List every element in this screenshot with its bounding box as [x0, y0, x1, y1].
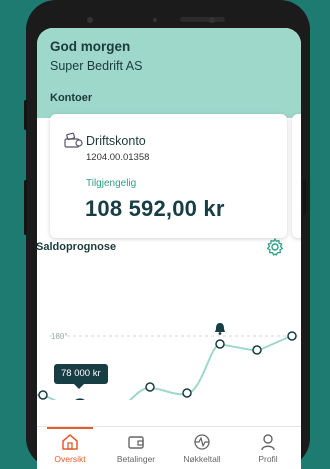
gear-icon[interactable] [265, 237, 285, 257]
phone-side-button [303, 180, 306, 215]
nav-active-indicator [47, 427, 93, 429]
next-account-card[interactable] [292, 114, 301, 238]
nav-item-oversikt[interactable]: Oversikt [37, 427, 103, 469]
bottom-navigation: Oversikt Betalinger Nøkkeltall Profil [37, 426, 301, 469]
chart-point-selected[interactable] [74, 398, 87, 401]
chart-point[interactable] [215, 339, 225, 349]
wallet-icon [128, 436, 144, 449]
account-name: Driftskonto [86, 134, 146, 148]
forecast-title: Saldoprognose [36, 241, 117, 253]
accounts-section-title: Kontoer [50, 92, 93, 104]
chart-point[interactable] [38, 390, 48, 400]
account-number: 1204.00.01358 [86, 152, 150, 163]
greeting: God morgen [50, 39, 131, 54]
phone-side-button [24, 100, 27, 130]
nav-label: Oversikt [54, 454, 86, 464]
company-name: Super Bedrift AS [50, 59, 143, 73]
nav-item-profil[interactable]: Profil [235, 427, 301, 469]
chart-point[interactable] [182, 388, 192, 398]
chart-point[interactable] [287, 331, 297, 341]
nav-item-betalinger[interactable]: Betalinger [103, 427, 169, 469]
chart-tooltip: 78 000 kr [54, 364, 108, 389]
chart-point[interactable] [252, 345, 262, 355]
pulse-icon [194, 434, 210, 450]
user-icon [261, 434, 275, 451]
nav-item-nokkeltall[interactable]: Nøkkeltall [169, 427, 235, 469]
header-section: God morgen Super Bedrift AS Kontoer [37, 28, 301, 118]
account-icon [64, 132, 83, 148]
reference-label: 180° [51, 332, 68, 341]
account-balance: 108 592,00 kr [85, 196, 225, 221]
nav-label: Nøkkeltall [183, 454, 221, 464]
available-label: Tilgjengelig [86, 178, 137, 189]
tooltip-tail [74, 384, 84, 389]
bell-icon[interactable] [215, 323, 225, 335]
phone-camera-area [87, 17, 225, 23]
tooltip-value: 78 000 kr [61, 368, 101, 379]
nav-label: Betalinger [116, 454, 156, 464]
phone-side-button [24, 180, 27, 235]
home-icon [62, 434, 78, 450]
nav-label: Profil [258, 454, 278, 464]
chart-point[interactable] [145, 382, 155, 392]
account-card[interactable]: Driftskonto 1204.00.01358 Tilgjengelig 1… [50, 114, 287, 238]
